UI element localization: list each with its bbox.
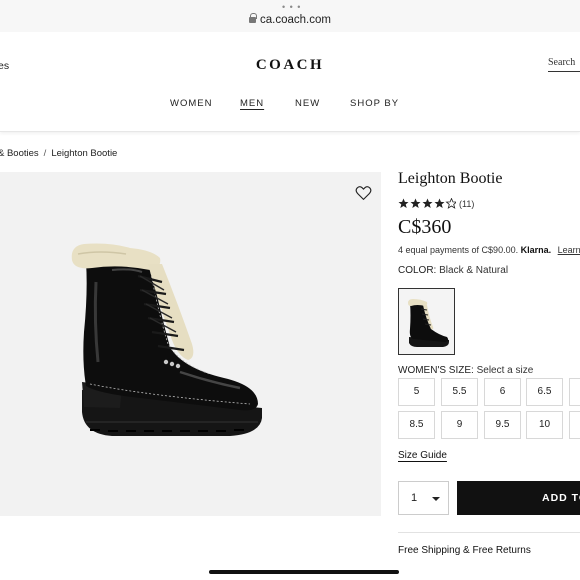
size-option-partial[interactable]	[569, 378, 580, 406]
nav-new[interactable]: NEW	[295, 98, 320, 109]
size-option-5-5[interactable]: 5.5	[441, 378, 478, 406]
lock-icon	[249, 13, 258, 24]
color-swatch-black-natural[interactable]	[398, 288, 455, 355]
size-option-6[interactable]: 6	[484, 378, 521, 406]
tab-overview-dots-icon[interactable]: • • •	[282, 3, 301, 12]
url-text: ca.coach.com	[260, 14, 331, 26]
breadcrumb-separator: /	[43, 148, 47, 159]
breadcrumb-item-booties[interactable]: & Booties	[0, 148, 39, 159]
browser-url-bar: • • • ca.coach.com	[0, 0, 580, 32]
size-guide-link[interactable]: Size Guide	[398, 450, 447, 461]
review-count[interactable]: (11)	[459, 199, 474, 209]
klarna-logo: Klarna.	[520, 245, 552, 255]
size-option-10[interactable]: 10	[526, 411, 563, 439]
home-indicator[interactable]	[209, 570, 399, 574]
size-option-5[interactable]: 5	[398, 378, 435, 406]
swatch-boot-thumbnail	[399, 289, 454, 354]
product-title: Leighton Bootie	[398, 170, 503, 187]
quantity-value: 1	[411, 492, 418, 504]
color-label: COLOR: Black & Natural	[398, 265, 508, 276]
breadcrumb: & Booties / Leighton Bootie	[0, 148, 117, 159]
shipping-info[interactable]: Free Shipping & Free Returns	[398, 545, 531, 556]
add-to-bag-button[interactable]: ADD TO	[457, 481, 580, 515]
coach-logo[interactable]: COACH	[0, 57, 580, 74]
breadcrumb-item-current: Leighton Bootie	[51, 148, 118, 159]
learn-more-link[interactable]: Learn	[558, 245, 580, 255]
installment-text: 4 equal payments of C$90.00.	[398, 245, 519, 255]
product-rating[interactable]: (11)	[398, 195, 474, 209]
size-option-partial-2[interactable]	[569, 411, 580, 439]
size-option-6-5[interactable]: 6.5	[526, 378, 563, 406]
size-option-9[interactable]: 9	[441, 411, 478, 439]
size-label-text: WOMEN'S SIZE:	[398, 365, 474, 376]
star-rating-icon	[398, 198, 456, 209]
size-label: WOMEN'S SIZE: Select a size	[398, 365, 533, 376]
heart-icon[interactable]	[355, 185, 372, 201]
product-image[interactable]	[0, 172, 381, 516]
product-price: C$360	[398, 216, 452, 238]
boot-illustration	[71, 243, 262, 436]
color-value: Black & Natural	[439, 265, 509, 276]
size-option-9-5[interactable]: 9.5	[484, 411, 521, 439]
size-value: Select a size	[476, 365, 534, 376]
color-label-text: COLOR:	[398, 265, 437, 276]
divider	[398, 532, 580, 533]
size-option-8-5[interactable]: 8.5	[398, 411, 435, 439]
nav-shop-by[interactable]: SHOP BY	[350, 98, 399, 109]
site-header: es COACH Search WOMEN MEN NEW SHOP BY	[0, 32, 580, 132]
search-field[interactable]: Search	[548, 57, 580, 72]
chevron-down-icon	[432, 497, 440, 501]
nav-men[interactable]: MEN	[240, 98, 264, 109]
address-bar[interactable]: ca.coach.com	[0, 13, 580, 26]
quantity-select[interactable]: 1	[398, 481, 449, 515]
nav-women[interactable]: WOMEN	[170, 98, 212, 109]
installment-info: 4 equal payments of C$90.00. Klarna. Lea…	[398, 245, 580, 255]
